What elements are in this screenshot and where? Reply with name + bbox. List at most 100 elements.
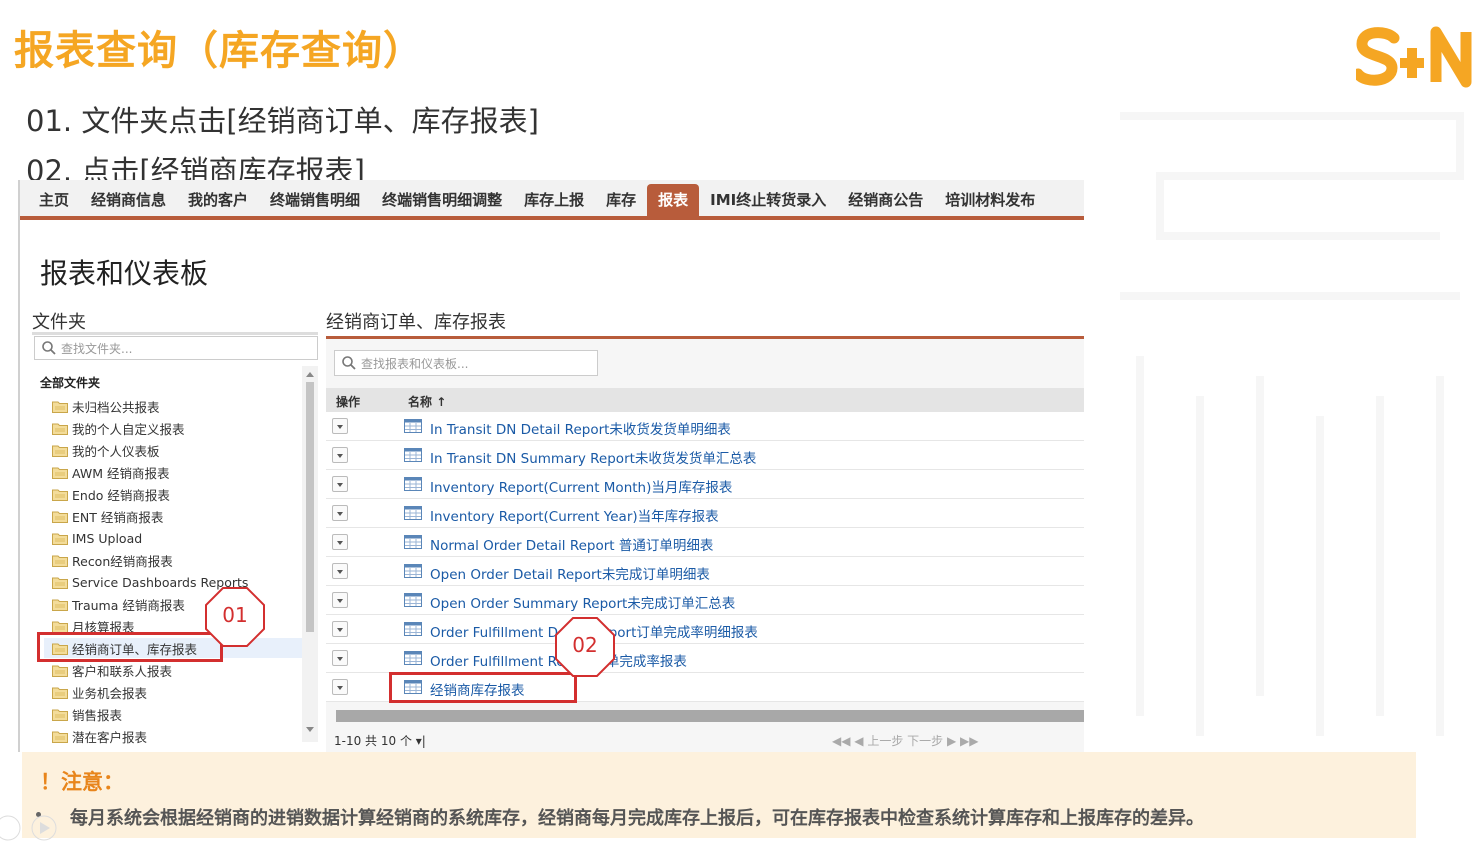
row-action-dropdown[interactable] <box>332 534 348 550</box>
chevron-down-icon <box>337 628 343 632</box>
note-title: ！注意： <box>40 770 124 794</box>
folder-scrollbar[interactable] <box>302 366 318 742</box>
tab-imi-entry[interactable]: IMI终止转货录入 <box>699 180 837 216</box>
report-link[interactable]: Open Order Summary Report未完成订单汇总表 <box>430 592 735 612</box>
report-link[interactable]: In Transit DN Summary Report未收货发货单汇总表 <box>430 447 756 467</box>
folder-icon <box>52 401 68 413</box>
report-link[interactable]: Inventory Report(Current Year)当年库存报表 <box>430 505 719 525</box>
tab-home[interactable]: 主页 <box>28 180 80 216</box>
table-row: Open Order Summary Report未完成订单汇总表 <box>326 586 1084 615</box>
folder-item[interactable]: AWM 经销商报表 <box>52 462 170 482</box>
folder-item[interactable]: IMS Upload <box>52 528 142 548</box>
step-1: 01. 文件夹点击[经销商订单、库存报表] <box>26 104 539 138</box>
folder-tree: 全部文件夹 未归档公共报表我的个人自定义报表 我的个人仪表板 AWM 经销商报表 En… <box>32 366 310 746</box>
app-window: 主页 经销商信息 我的客户 终端销售明细 终端销售明细调整 库存上报 库存 报表… <box>18 180 1084 752</box>
folder-icon <box>52 445 68 457</box>
report-icon <box>404 535 422 549</box>
table-row: Inventory Report(Current Year)当年库存报表 <box>326 499 1084 528</box>
row-action-dropdown[interactable] <box>332 679 348 695</box>
background-pattern <box>1120 112 1464 736</box>
folder-label: AWM 经销商报表 <box>72 465 170 481</box>
col-action-header: 操作 <box>336 395 361 409</box>
tab-dealer-notice[interactable]: 经销商公告 <box>837 180 934 216</box>
pager-count[interactable]: 1-10 共 10 个 ▾| <box>334 732 426 749</box>
row-action-dropdown[interactable] <box>332 621 348 637</box>
folder-item[interactable]: 我的个人仪表板 <box>52 440 160 460</box>
player-controls <box>0 815 57 841</box>
search-icon <box>342 356 356 370</box>
folder-icon <box>52 577 68 589</box>
slide-title: 报表查询（库存查询） <box>14 28 424 74</box>
folder-item[interactable]: Recon经销商报表 <box>52 550 173 570</box>
folder-search-input[interactable]: 查找文件夹... <box>34 336 318 360</box>
row-action-dropdown[interactable] <box>332 650 348 666</box>
report-icon <box>404 448 422 462</box>
folder-icon <box>52 533 68 545</box>
row-action-dropdown[interactable] <box>332 505 348 521</box>
row-action-dropdown[interactable] <box>332 592 348 608</box>
tab-reports[interactable]: 报表 <box>647 184 700 216</box>
folder-label: Endo 经销商报表 <box>72 487 170 503</box>
folder-item[interactable]: 业务机会报表 <box>52 682 147 702</box>
report-icon <box>404 651 422 665</box>
sort-asc-icon: ↑ <box>436 395 447 409</box>
row-action-dropdown[interactable] <box>332 476 348 492</box>
report-icon <box>404 477 422 491</box>
all-folders-header: 全部文件夹 <box>40 376 101 390</box>
folder-item[interactable]: 销售报表 <box>52 704 122 724</box>
report-link[interactable]: Inventory Report(Current Month)当月库存报表 <box>430 476 732 496</box>
folder-item[interactable]: 我的个人自定义报表 <box>52 418 185 438</box>
folder-item[interactable]: 潜在客户报表 <box>52 726 147 746</box>
folder-icon <box>52 511 68 523</box>
folder-item[interactable]: 未归档公共报表 <box>52 396 160 416</box>
folder-label: IMS Upload <box>72 530 143 546</box>
report-hscrollbar[interactable] <box>336 710 1084 722</box>
chevron-down-icon <box>337 657 343 661</box>
tab-dealer-info[interactable]: 经销商信息 <box>80 180 177 216</box>
callout-badge-01: 01 <box>204 586 266 648</box>
report-icon <box>404 593 422 607</box>
folder-icon <box>52 709 68 721</box>
folders-title: 文件夹 <box>32 312 86 333</box>
table-row: Inventory Report(Current Month)当月库存报表 <box>326 470 1084 499</box>
scroll-down-icon[interactable] <box>306 727 314 732</box>
folder-item[interactable]: 客户和联系人报表 <box>52 660 172 680</box>
folder-label: ENT 经销商报表 <box>72 509 164 525</box>
chevron-down-icon <box>337 541 343 545</box>
folder-icon <box>52 489 68 501</box>
folder-label: Trauma 经销商报表 <box>72 597 185 613</box>
folder-icon <box>52 423 68 435</box>
callout-box-folder <box>37 632 223 662</box>
scroll-thumb[interactable] <box>306 382 314 632</box>
report-icon <box>404 419 422 433</box>
folder-item[interactable]: ENT 经销商报表 <box>52 506 163 526</box>
reports-title: 经销商订单、库存报表 <box>326 312 506 333</box>
chevron-down-icon <box>337 686 343 690</box>
pager-nav[interactable]: ◀◀ ◀ 上一步 下一步 ▶ ▶▶ <box>832 732 978 749</box>
folder-label: 未归档公共报表 <box>72 399 160 415</box>
report-link[interactable]: Open Order Detail Report未完成订单明细表 <box>430 563 710 583</box>
chevron-down-icon <box>337 599 343 603</box>
report-icon <box>404 622 422 636</box>
folder-icon <box>52 687 68 699</box>
tab-training-materials[interactable]: 培训材料发布 <box>934 180 1046 216</box>
report-search-input[interactable]: 查找报表和仪表板... <box>334 350 598 376</box>
col-name-header[interactable]: 名称 ↑ <box>408 393 446 410</box>
folder-label: 业务机会报表 <box>72 685 148 701</box>
tab-inventory-report[interactable]: 库存上报 <box>513 180 595 216</box>
row-action-dropdown[interactable] <box>332 447 348 463</box>
tab-terminal-sales-adjust[interactable]: 终端销售明细调整 <box>371 180 513 216</box>
tab-terminal-sales[interactable]: 终端销售明细 <box>259 180 371 216</box>
row-action-dropdown[interactable] <box>332 563 348 579</box>
tab-my-customers[interactable]: 我的客户 <box>177 180 259 216</box>
row-action-dropdown[interactable] <box>332 418 348 434</box>
table-row: Open Order Detail Report未完成订单明细表 <box>326 557 1084 586</box>
tab-inventory[interactable]: 库存 <box>595 180 647 216</box>
folder-item[interactable]: Trauma 经销商报表 <box>52 594 185 614</box>
folder-item[interactable]: Endo 经销商报表 <box>52 484 170 504</box>
report-link[interactable]: Normal Order Detail Report 普通订单明细表 <box>430 534 713 554</box>
scroll-up-icon[interactable] <box>306 372 314 377</box>
report-link[interactable]: In Transit DN Detail Report未收货发货单明细表 <box>430 418 731 438</box>
page-title: 报表和仪表板 <box>40 257 209 290</box>
chevron-down-icon <box>337 425 343 429</box>
